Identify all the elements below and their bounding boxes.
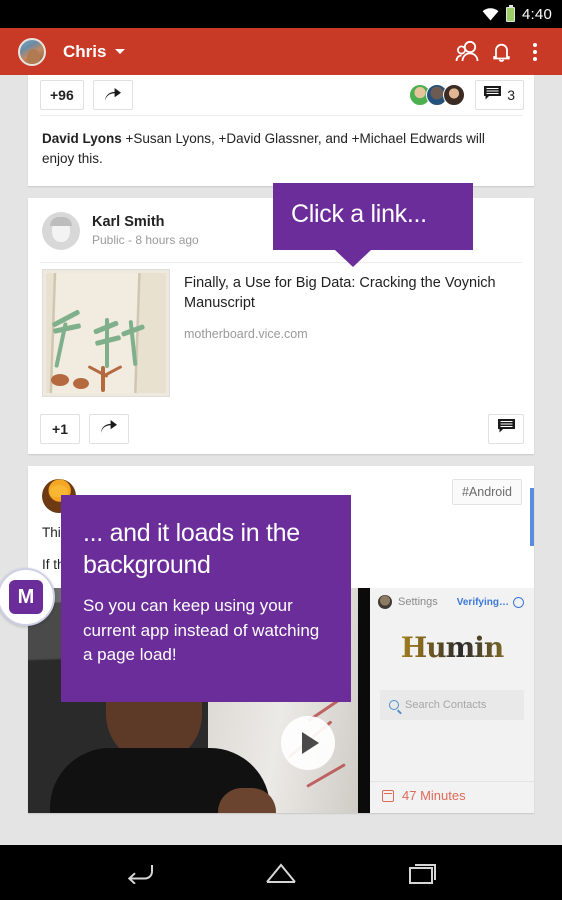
account-avatar[interactable] <box>18 37 46 66</box>
app-badge-letter: M <box>9 580 43 614</box>
share-icon <box>104 88 122 102</box>
voynich-manuscript-thumbnail[interactable] <box>42 268 170 397</box>
people-icon[interactable] <box>450 32 484 72</box>
phone-search-placeholder: Search Contacts <box>405 699 487 712</box>
post-header-meta: Karl Smith Public - 8 hours ago <box>92 214 199 247</box>
link-title[interactable]: Finally, a Use for Big Data: Cracking th… <box>184 273 520 313</box>
comment-count: 3 <box>507 87 515 103</box>
calendar-icon <box>382 789 394 802</box>
post-engagement: 3 <box>409 80 524 110</box>
phone-search-field: Search Contacts <box>380 690 524 721</box>
phone-app-name: Humin <box>370 631 534 664</box>
phone-screen: Settings Verifying… Humin Search Contact… <box>370 588 534 814</box>
coachmark-click-a-link[interactable]: Click a link... <box>273 183 473 267</box>
app-bar: Chris <box>0 28 562 75</box>
post-action-row: +96 3 <box>28 75 534 115</box>
plus-one-button[interactable]: +1 <box>40 413 80 444</box>
author-avatar[interactable] <box>42 211 80 250</box>
link-preview[interactable]: Finally, a Use for Big Data: Cracking th… <box>28 263 534 407</box>
author-name[interactable]: Karl Smith <box>92 214 199 230</box>
battery-icon <box>506 4 515 22</box>
comment-icon <box>497 419 515 438</box>
phone-status-row: Settings Verifying… <box>370 588 534 610</box>
link-text: Finally, a Use for Big Data: Cracking th… <box>170 269 520 397</box>
account-name[interactable]: Chris <box>63 42 106 62</box>
bell-icon[interactable] <box>484 32 518 72</box>
coachmark-title: Click a link... <box>291 200 427 228</box>
coachmark-loads-in-background[interactable]: ... and it loads in the background So yo… <box>61 495 351 702</box>
comment-button[interactable] <box>488 413 524 444</box>
post-action-row: +1 <box>28 407 534 454</box>
recents-icon[interactable] <box>403 853 443 893</box>
link-host: motherboard.vice.com <box>184 326 308 341</box>
back-icon[interactable] <box>119 853 159 893</box>
avatar <box>443 84 466 106</box>
post-meta: Public - 8 hours ago <box>92 233 199 247</box>
reshare-text: David Lyons +Susan Lyons, +David Glassne… <box>28 116 534 186</box>
status-bar: 4:40 <box>0 0 562 28</box>
phone-bezel <box>358 588 370 814</box>
reshare-author[interactable]: David Lyons <box>42 131 122 146</box>
share-button[interactable] <box>92 80 133 110</box>
check-circle-icon <box>513 596 524 608</box>
phone-minutes-label: 47 Minutes <box>402 788 466 804</box>
avatar <box>378 595 392 610</box>
coachmark-arrow <box>335 250 371 267</box>
share-button[interactable] <box>89 413 129 444</box>
android-navigation-bar <box>0 845 562 900</box>
status-clock: 4:40 <box>522 5 552 23</box>
phone-minutes-row: 47 Minutes <box>370 781 534 809</box>
wifi-icon <box>482 7 499 21</box>
scrollbar[interactable] <box>530 487 534 546</box>
search-icon <box>389 700 399 711</box>
comment-icon <box>484 85 502 105</box>
coachmark-body: So you can keep using your current app i… <box>83 596 320 665</box>
hashtag-pill[interactable]: #Android <box>451 478 522 505</box>
overflow-menu-icon[interactable] <box>518 32 552 72</box>
coachmark-title: ... and it loads in the background <box>83 519 300 579</box>
home-icon[interactable] <box>261 853 301 893</box>
share-icon <box>100 420 118 437</box>
phone-settings-label: Settings <box>398 596 438 609</box>
phone-verifying-label: Verifying… <box>456 596 509 608</box>
post-card-reshare[interactable]: +96 3 David Lyons +Susan Lyons, +David G… <box>28 75 534 186</box>
chevron-down-icon[interactable] <box>115 49 126 54</box>
play-button-icon[interactable] <box>281 716 335 771</box>
plus-one-button[interactable]: +96 <box>40 80 84 110</box>
comment-button[interactable]: 3 <box>475 80 524 110</box>
